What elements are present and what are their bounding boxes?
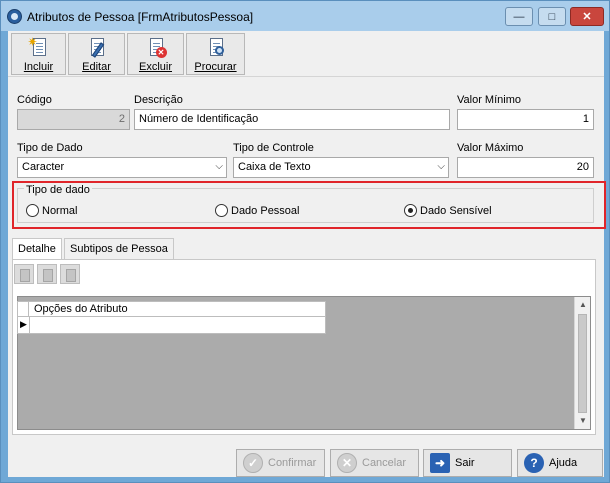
radio-dado-sensivel-label: Dado Sensível bbox=[420, 204, 492, 217]
incluir-button[interactable]: ✷ Incluir bbox=[11, 33, 66, 75]
confirmar-label: Confirmar bbox=[268, 457, 317, 469]
incluir-label: Incluir bbox=[23, 61, 54, 73]
editar-button[interactable]: Editar bbox=[68, 33, 125, 75]
sair-button[interactable]: ➜ Sair bbox=[423, 449, 512, 477]
excluir-button[interactable]: ✕ Excluir bbox=[127, 33, 184, 75]
confirmar-button[interactable]: ✓ Confirmar bbox=[236, 449, 325, 477]
tipo-controle-value: Caixa de Texto bbox=[238, 161, 311, 173]
toolbar: ✷ Incluir Editar ✕ Excluir Procurar bbox=[8, 31, 604, 77]
procurar-button[interactable]: Procurar bbox=[186, 33, 245, 75]
help-icon: ? bbox=[524, 453, 544, 473]
radio-dado-pessoal-label: Dado Pessoal bbox=[231, 204, 300, 217]
new-document-icon: ✷ bbox=[28, 35, 50, 59]
tipo-dado-value: Caracter bbox=[22, 161, 65, 173]
procurar-label: Procurar bbox=[194, 61, 237, 73]
descricao-label: Descrição bbox=[134, 94, 183, 106]
scroll-up-icon[interactable]: ▲ bbox=[575, 297, 591, 313]
radio-dado-sensivel-indicator bbox=[404, 204, 417, 217]
minimize-button[interactable]: — bbox=[505, 7, 533, 26]
scroll-down-icon[interactable]: ▼ bbox=[575, 413, 591, 429]
cancelar-label: Cancelar bbox=[362, 457, 407, 469]
client-area: ✷ Incluir Editar ✕ Excluir Procurar Códi… bbox=[8, 31, 606, 477]
ajuda-button[interactable]: ? Ajuda bbox=[517, 449, 603, 477]
app-window: Atributos de Pessoa [FrmAtributosPessoa]… bbox=[0, 0, 610, 483]
grid-header: Opções do Atributo bbox=[17, 301, 326, 317]
tab-detalhe[interactable]: Detalhe bbox=[12, 238, 62, 260]
descricao-field[interactable]: Número de Identificação bbox=[134, 109, 450, 130]
vertical-scrollbar[interactable]: ▲ ▼ bbox=[574, 297, 590, 429]
radio-dado-pessoal-indicator bbox=[215, 204, 228, 217]
excluir-label: Excluir bbox=[138, 61, 172, 73]
delete-document-icon: ✕ bbox=[145, 37, 167, 59]
valor-maximo-field[interactable]: 20 bbox=[457, 157, 594, 178]
tipo-de-dado-group bbox=[17, 188, 594, 223]
row-divider bbox=[29, 317, 30, 333]
ajuda-label: Ajuda bbox=[549, 457, 578, 469]
tipo-dado-select[interactable]: Caracter ⌵ bbox=[17, 157, 227, 178]
exit-door-icon: ➜ bbox=[430, 453, 450, 473]
tipo-de-dado-group-title: Tipo de dado bbox=[24, 184, 92, 196]
tipo-dado-label: Tipo de Dado bbox=[17, 142, 83, 154]
maximize-button[interactable]: □ bbox=[538, 7, 566, 26]
scroll-thumb[interactable] bbox=[578, 314, 587, 413]
valor-maximo-label: Valor Máximo bbox=[457, 142, 524, 154]
window-title: Atributos de Pessoa [FrmAtributosPessoa] bbox=[27, 10, 254, 24]
table-row[interactable]: ▶ bbox=[17, 317, 326, 334]
detail-delete-icon[interactable] bbox=[60, 264, 80, 284]
row-indicator-icon: ▶ bbox=[20, 319, 27, 329]
valor-minimo-field[interactable]: 1 bbox=[457, 109, 594, 130]
chevron-down-icon: ⌵ bbox=[215, 161, 223, 172]
edit-document-icon bbox=[86, 37, 108, 59]
radio-normal-label: Normal bbox=[42, 204, 78, 217]
tipo-controle-label: Tipo de Controle bbox=[233, 142, 314, 154]
radio-dado-pessoal[interactable]: Dado Pessoal bbox=[215, 204, 300, 217]
radio-normal[interactable]: Normal bbox=[26, 204, 77, 217]
codigo-field: 2 bbox=[17, 109, 130, 130]
tab-subtipos-de-pessoa[interactable]: Subtipos de Pessoa bbox=[64, 238, 174, 259]
detail-add-icon[interactable] bbox=[14, 264, 34, 284]
detail-edit-icon[interactable] bbox=[37, 264, 57, 284]
tipo-controle-select[interactable]: Caixa de Texto ⌵ bbox=[233, 157, 449, 178]
cancel-icon: ✕ bbox=[337, 453, 357, 473]
radio-dado-sensivel[interactable]: Dado Sensível bbox=[404, 204, 492, 217]
title-bar[interactable]: Atributos de Pessoa [FrmAtributosPessoa]… bbox=[1, 1, 609, 31]
editar-label: Editar bbox=[82, 61, 111, 73]
detail-toolbar bbox=[14, 264, 83, 286]
grid-corner bbox=[18, 302, 29, 316]
app-icon bbox=[7, 9, 22, 24]
search-document-icon bbox=[205, 37, 227, 59]
sair-label: Sair bbox=[455, 457, 475, 469]
codigo-label: Código bbox=[17, 94, 52, 106]
radio-normal-indicator bbox=[26, 204, 39, 217]
chevron-down-icon: ⌵ bbox=[437, 161, 445, 172]
cancelar-button[interactable]: ✕ Cancelar bbox=[330, 449, 419, 477]
check-icon: ✓ bbox=[243, 453, 263, 473]
close-button[interactable]: ✕ bbox=[570, 7, 604, 26]
valor-minimo-label: Valor Mínimo bbox=[457, 94, 521, 106]
grid-column-header[interactable]: Opções do Atributo bbox=[34, 303, 128, 315]
